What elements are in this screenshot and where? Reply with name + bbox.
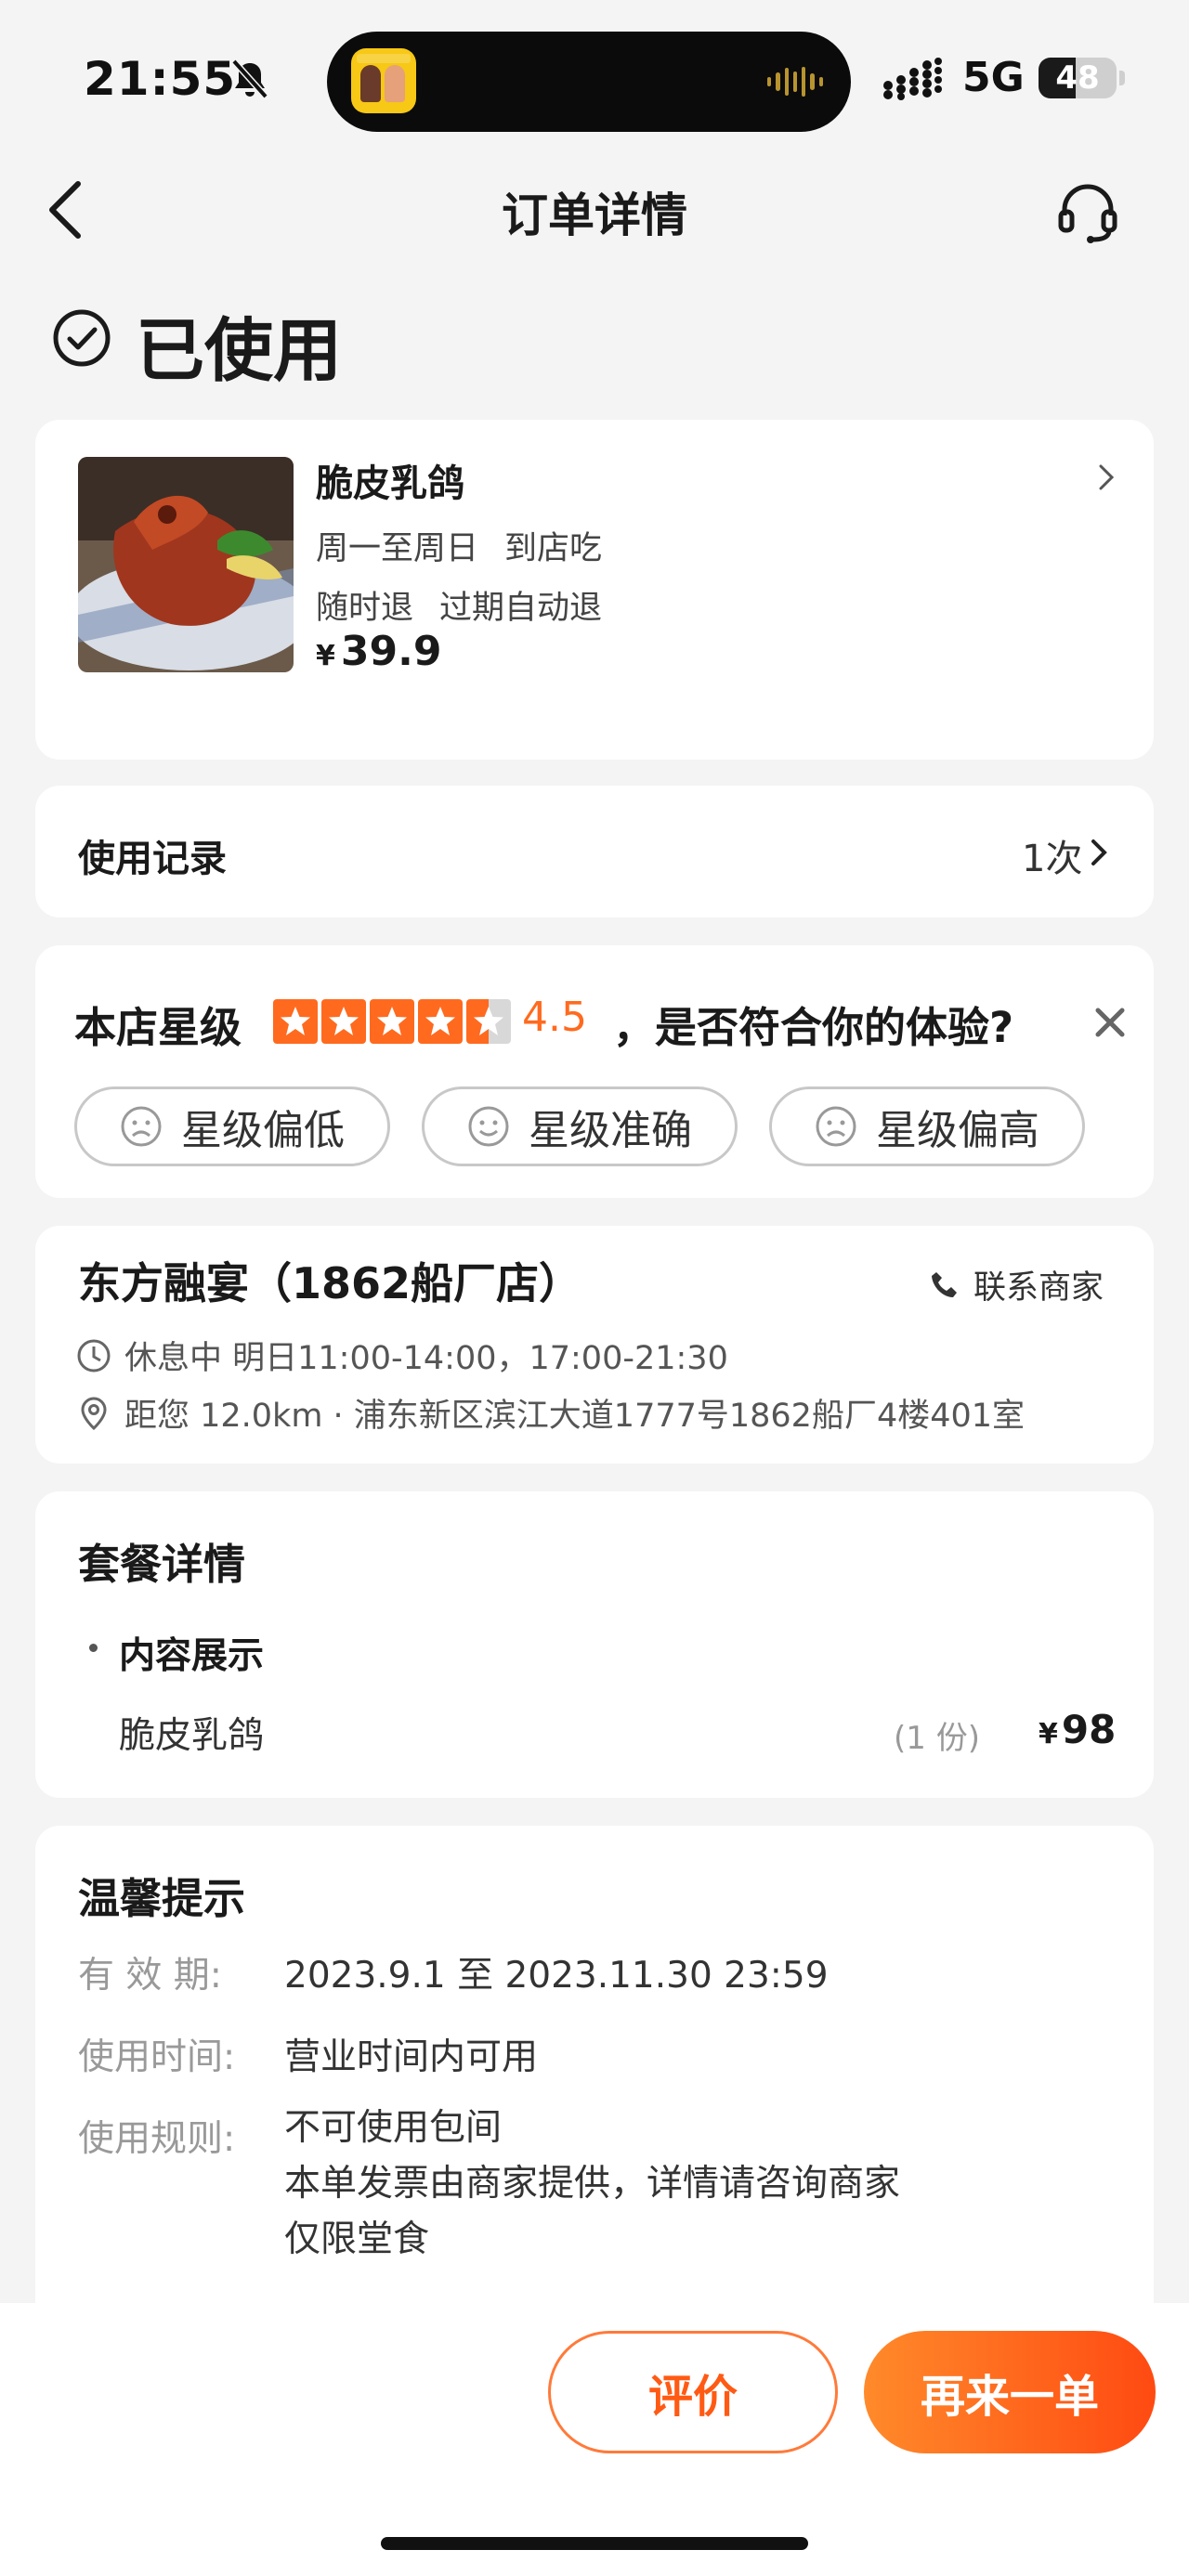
usage-rules-list: 不可使用包间 本单发票由商家提供，详情请咨询商家 仅限堂食 bbox=[284, 2101, 900, 2268]
tag-auto-refund: 过期自动退 bbox=[439, 590, 603, 627]
product-tags-schedule: 周一至周日 到店吃 bbox=[316, 522, 628, 569]
half-star-icon bbox=[466, 999, 511, 1044]
star-icon bbox=[370, 999, 414, 1044]
store-name[interactable]: 东方融宴（1862船厂店） bbox=[78, 1250, 581, 1311]
package-title: 套餐详情 bbox=[78, 1540, 246, 1589]
price-value: 39.9 bbox=[340, 628, 442, 675]
smile-face-icon bbox=[468, 1106, 509, 1147]
audio-wave-icon bbox=[767, 65, 823, 98]
rating-question: ，是否符合你的体验? bbox=[613, 1003, 1014, 1052]
close-icon[interactable] bbox=[1091, 1003, 1130, 1042]
usage-time-label: 使用时间: bbox=[78, 2036, 236, 2078]
sad-face-icon bbox=[816, 1106, 856, 1147]
price-value: 98 bbox=[1061, 1707, 1117, 1752]
page-title: 订单详情 bbox=[502, 189, 687, 242]
package-item-price: ¥98 bbox=[1039, 1707, 1116, 1752]
rating-option-accurate: 星级准确 bbox=[529, 1107, 692, 1154]
usage-rules-label: 使用规则: bbox=[78, 2118, 236, 2160]
rule-item: 仅限堂食 bbox=[284, 2218, 430, 2260]
star-rating bbox=[273, 999, 511, 1044]
clock-icon bbox=[77, 1339, 111, 1372]
store-hours-text: 休息中 明日11:00-14:00，17:00-21:30 bbox=[124, 1340, 728, 1377]
home-indicator[interactable] bbox=[381, 2537, 808, 2550]
chevron-right-icon[interactable] bbox=[1096, 459, 1117, 496]
rating-option-high: 星级偏高 bbox=[876, 1107, 1039, 1154]
validity-label: 有 效 期: bbox=[78, 1955, 222, 1997]
phone-icon bbox=[932, 1271, 957, 1297]
signal-icon bbox=[883, 58, 942, 100]
product-tags-refund: 随时退 过期自动退 bbox=[316, 581, 628, 629]
currency-symbol: ¥ bbox=[1039, 1718, 1058, 1750]
battery-tip bbox=[1119, 71, 1125, 85]
contact-merchant-button[interactable]: 联系商家 bbox=[929, 1261, 1104, 1308]
rule-item: 不可使用包间 bbox=[284, 2107, 503, 2149]
star-icon bbox=[273, 999, 318, 1044]
sad-face-icon bbox=[121, 1106, 162, 1147]
rating-accurate-button[interactable]: 星级准确 bbox=[422, 1086, 738, 1166]
order-status: 已使用 bbox=[136, 311, 342, 391]
rating-too-low-button[interactable]: 星级偏低 bbox=[74, 1086, 390, 1166]
rating-too-high-button[interactable]: 星级偏高 bbox=[769, 1086, 1085, 1166]
store-hours: 休息中 明日11:00-14:00，17:00-21:30 bbox=[76, 1332, 728, 1379]
bullet-dot bbox=[89, 1644, 98, 1652]
battery-percent: 48 bbox=[1055, 59, 1100, 97]
usage-record-label: 使用记录 bbox=[78, 838, 227, 880]
package-item-name: 脆皮乳鸽 bbox=[119, 1715, 265, 1757]
rating-label: 本店星级 bbox=[74, 1003, 242, 1052]
chevron-right-icon[interactable] bbox=[1089, 834, 1109, 871]
live-activity-app-icon[interactable] bbox=[351, 48, 416, 113]
currency-symbol: ¥ bbox=[316, 640, 335, 672]
rating-score: 4.5 bbox=[522, 994, 587, 1041]
product-name[interactable]: 脆皮乳鸽 bbox=[316, 453, 464, 507]
usage-record-count[interactable]: 1次 bbox=[1022, 828, 1082, 882]
battery-icon: 48 bbox=[1039, 58, 1117, 98]
location-pin-icon bbox=[81, 1396, 107, 1430]
network-type: 5G bbox=[962, 54, 1025, 101]
tag-dine-in: 到店吃 bbox=[504, 530, 603, 567]
product-image[interactable] bbox=[78, 457, 294, 672]
tips-title: 温馨提示 bbox=[78, 1874, 246, 1923]
package-section-title: 内容展示 bbox=[119, 1635, 265, 1677]
contact-label: 联系商家 bbox=[973, 1269, 1104, 1307]
tag-refund-anytime: 随时退 bbox=[316, 590, 414, 627]
star-icon bbox=[418, 999, 463, 1044]
store-location[interactable]: 距您 12.0km · 浦东新区滨江大道1777号1862船厂4楼401室 bbox=[76, 1389, 1025, 1437]
check-circle-icon bbox=[53, 309, 111, 367]
tag-days: 周一至周日 bbox=[316, 530, 479, 567]
rule-item: 本单发票由商家提供，详情请咨询商家 bbox=[284, 2163, 901, 2205]
bell-muted-icon bbox=[231, 59, 268, 99]
star-icon bbox=[321, 999, 366, 1044]
reorder-button[interactable]: 再来一单 bbox=[864, 2331, 1156, 2453]
customer-service-icon[interactable] bbox=[1055, 180, 1120, 245]
validity-value: 2023.9.1 至 2023.11.30 23:59 bbox=[284, 1955, 829, 1997]
store-address-text: 距您 12.0km · 浦东新区滨江大道1777号1862船厂4楼401室 bbox=[124, 1398, 1026, 1435]
usage-time-value: 营业时间内可用 bbox=[284, 2036, 539, 2078]
package-item-qty: (1 份) bbox=[894, 1720, 980, 1757]
status-time: 21:55 bbox=[84, 52, 237, 106]
product-price: ¥39.9 bbox=[316, 628, 441, 675]
rating-option-low: 星级偏低 bbox=[181, 1107, 345, 1154]
review-button[interactable]: 评价 bbox=[548, 2331, 838, 2453]
